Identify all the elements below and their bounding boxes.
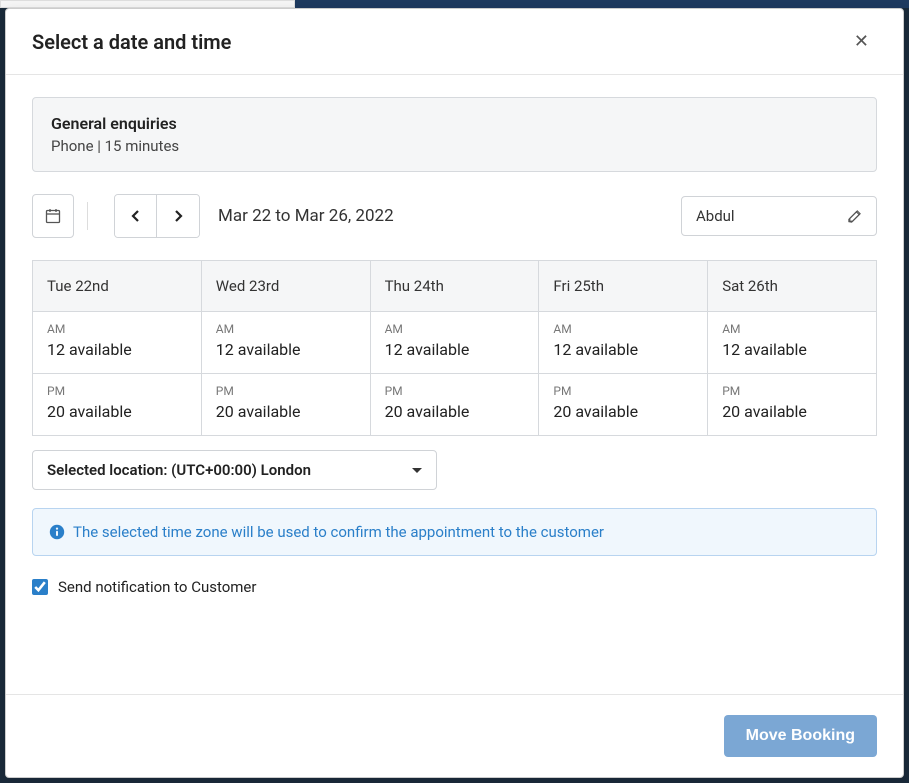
info-icon: [49, 524, 65, 540]
date-nav-group: [114, 194, 200, 238]
day-header: Fri 25th: [539, 260, 707, 312]
next-week-button[interactable]: [157, 195, 199, 237]
date-range-label: Mar 22 to Mar 26, 2022: [218, 206, 394, 226]
slot-period-label: PM: [385, 384, 525, 398]
search-bg: [0, 0, 295, 8]
day-header: Thu 24th: [371, 260, 539, 312]
day-column: Wed 23rd AM 12 available PM 20 available: [202, 260, 371, 436]
notify-checkbox[interactable]: [32, 579, 48, 595]
day-header: Wed 23rd: [202, 260, 370, 312]
slot-period-label: PM: [722, 384, 862, 398]
am-slot[interactable]: AM 12 available: [539, 312, 707, 374]
slot-period-label: AM: [722, 322, 862, 336]
slot-count-label: 20 available: [216, 402, 356, 421]
info-message: The selected time zone will be used to c…: [73, 523, 604, 541]
day-column: Sat 26th AM 12 available PM 20 available: [708, 260, 877, 436]
notify-checkbox-row[interactable]: Send notification to Customer: [32, 578, 877, 596]
chevron-right-icon: [173, 209, 183, 223]
slot-period-label: PM: [47, 384, 187, 398]
modal-header: Select a date and time ✕: [6, 9, 903, 75]
select-date-time-modal: Select a date and time ✕ General enquiri…: [5, 8, 904, 778]
modal-footer: Move Booking: [6, 694, 903, 777]
staff-selector[interactable]: Abdul: [681, 196, 877, 236]
slot-count-label: 20 available: [722, 402, 862, 421]
day-header: Sat 26th: [708, 260, 876, 312]
pm-slot[interactable]: PM 20 available: [708, 374, 876, 436]
slot-period-label: PM: [553, 384, 693, 398]
pm-slot[interactable]: PM 20 available: [202, 374, 370, 436]
availability-grid: Tue 22nd AM 12 available PM 20 available…: [32, 260, 877, 436]
calendar-icon: [45, 208, 61, 224]
pm-slot[interactable]: PM 20 available: [539, 374, 707, 436]
prev-week-button[interactable]: [115, 195, 157, 237]
close-button[interactable]: ✕: [846, 27, 877, 56]
slot-count-label: 12 available: [553, 340, 693, 359]
slot-period-label: AM: [216, 322, 356, 336]
slot-count-label: 20 available: [553, 402, 693, 421]
caret-down-icon: [412, 468, 422, 473]
day-column: Thu 24th AM 12 available PM 20 available: [371, 260, 540, 436]
slot-count-label: 12 available: [216, 340, 356, 359]
move-booking-button[interactable]: Move Booking: [724, 715, 877, 757]
edit-icon: [847, 209, 862, 224]
chevron-left-icon: [131, 209, 141, 223]
slot-count-label: 12 available: [47, 340, 187, 359]
slot-period-label: AM: [385, 322, 525, 336]
day-header: Tue 22nd: [33, 260, 201, 312]
notify-label: Send notification to Customer: [58, 578, 256, 596]
am-slot[interactable]: AM 12 available: [371, 312, 539, 374]
service-details: Phone | 15 minutes: [51, 137, 858, 155]
slot-count-label: 20 available: [47, 402, 187, 421]
slot-period-label: PM: [216, 384, 356, 398]
timezone-info-box: The selected time zone will be used to c…: [32, 508, 877, 556]
modal-body: General enquiries Phone | 15 minutes: [6, 75, 903, 694]
slot-period-label: AM: [553, 322, 693, 336]
date-toolbar: Mar 22 to Mar 26, 2022 Abdul: [32, 194, 877, 238]
pm-slot[interactable]: PM 20 available: [371, 374, 539, 436]
modal-title: Select a date and time: [32, 30, 231, 54]
close-icon: ✕: [854, 31, 869, 51]
toolbar-divider: [87, 202, 88, 230]
day-column: Tue 22nd AM 12 available PM 20 available: [33, 260, 202, 436]
slot-count-label: 12 available: [385, 340, 525, 359]
am-slot[interactable]: AM 12 available: [33, 312, 201, 374]
am-slot[interactable]: AM 12 available: [202, 312, 370, 374]
timezone-selector[interactable]: Selected location: (UTC+00:00) London: [32, 450, 437, 490]
slot-count-label: 12 available: [722, 340, 862, 359]
service-summary: General enquiries Phone | 15 minutes: [32, 97, 877, 172]
slot-period-label: AM: [47, 322, 187, 336]
service-name: General enquiries: [51, 114, 858, 133]
pm-slot[interactable]: PM 20 available: [33, 374, 201, 436]
calendar-button[interactable]: [32, 194, 74, 238]
staff-name: Abdul: [696, 207, 735, 225]
am-slot[interactable]: AM 12 available: [708, 312, 876, 374]
timezone-label: Selected location: (UTC+00:00) London: [47, 461, 311, 479]
slot-count-label: 20 available: [385, 402, 525, 421]
day-column: Fri 25th AM 12 available PM 20 available: [539, 260, 708, 436]
